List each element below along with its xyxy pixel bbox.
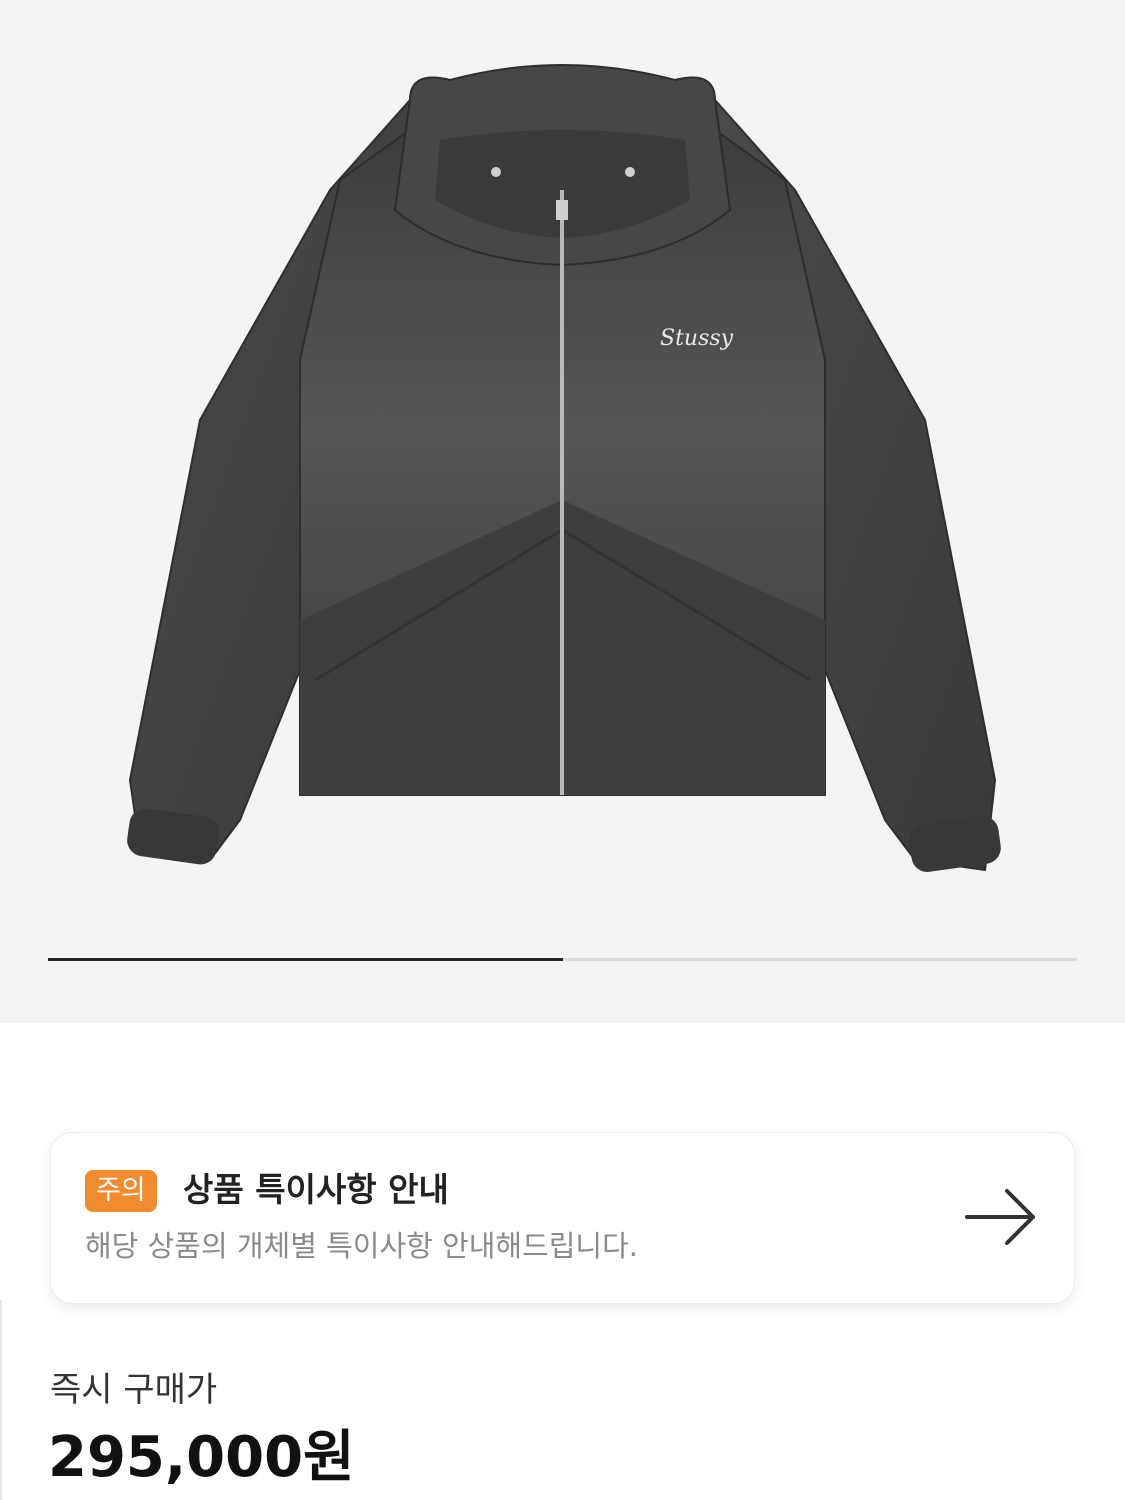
caution-badge: 주의	[85, 1170, 157, 1212]
notice-description: 해당 상품의 개체별 특이사항 안내해드립니다.	[85, 1229, 639, 1263]
product-image-gallery[interactable]: Stussy	[0, 0, 1125, 1023]
divider	[0, 1300, 2, 1500]
product-notice-card[interactable]: 주의 상품 특이사항 안내 해당 상품의 개체별 특이사항 안내해드립니다.	[50, 1132, 1075, 1304]
notice-arrow-button[interactable]	[956, 1179, 1046, 1255]
notice-title: 상품 특이사항 안내	[183, 1170, 449, 1209]
svg-text:Stussy: Stussy	[660, 326, 734, 351]
instant-buy-price: 295,000원	[48, 1425, 355, 1490]
arrow-right-icon	[965, 1189, 1035, 1245]
image-pager-progress	[48, 958, 563, 961]
instant-buy-price-label: 즉시 구매가	[50, 1370, 218, 1410]
product-image[interactable]: Stussy	[110, 60, 1015, 890]
image-pager	[48, 958, 1077, 961]
